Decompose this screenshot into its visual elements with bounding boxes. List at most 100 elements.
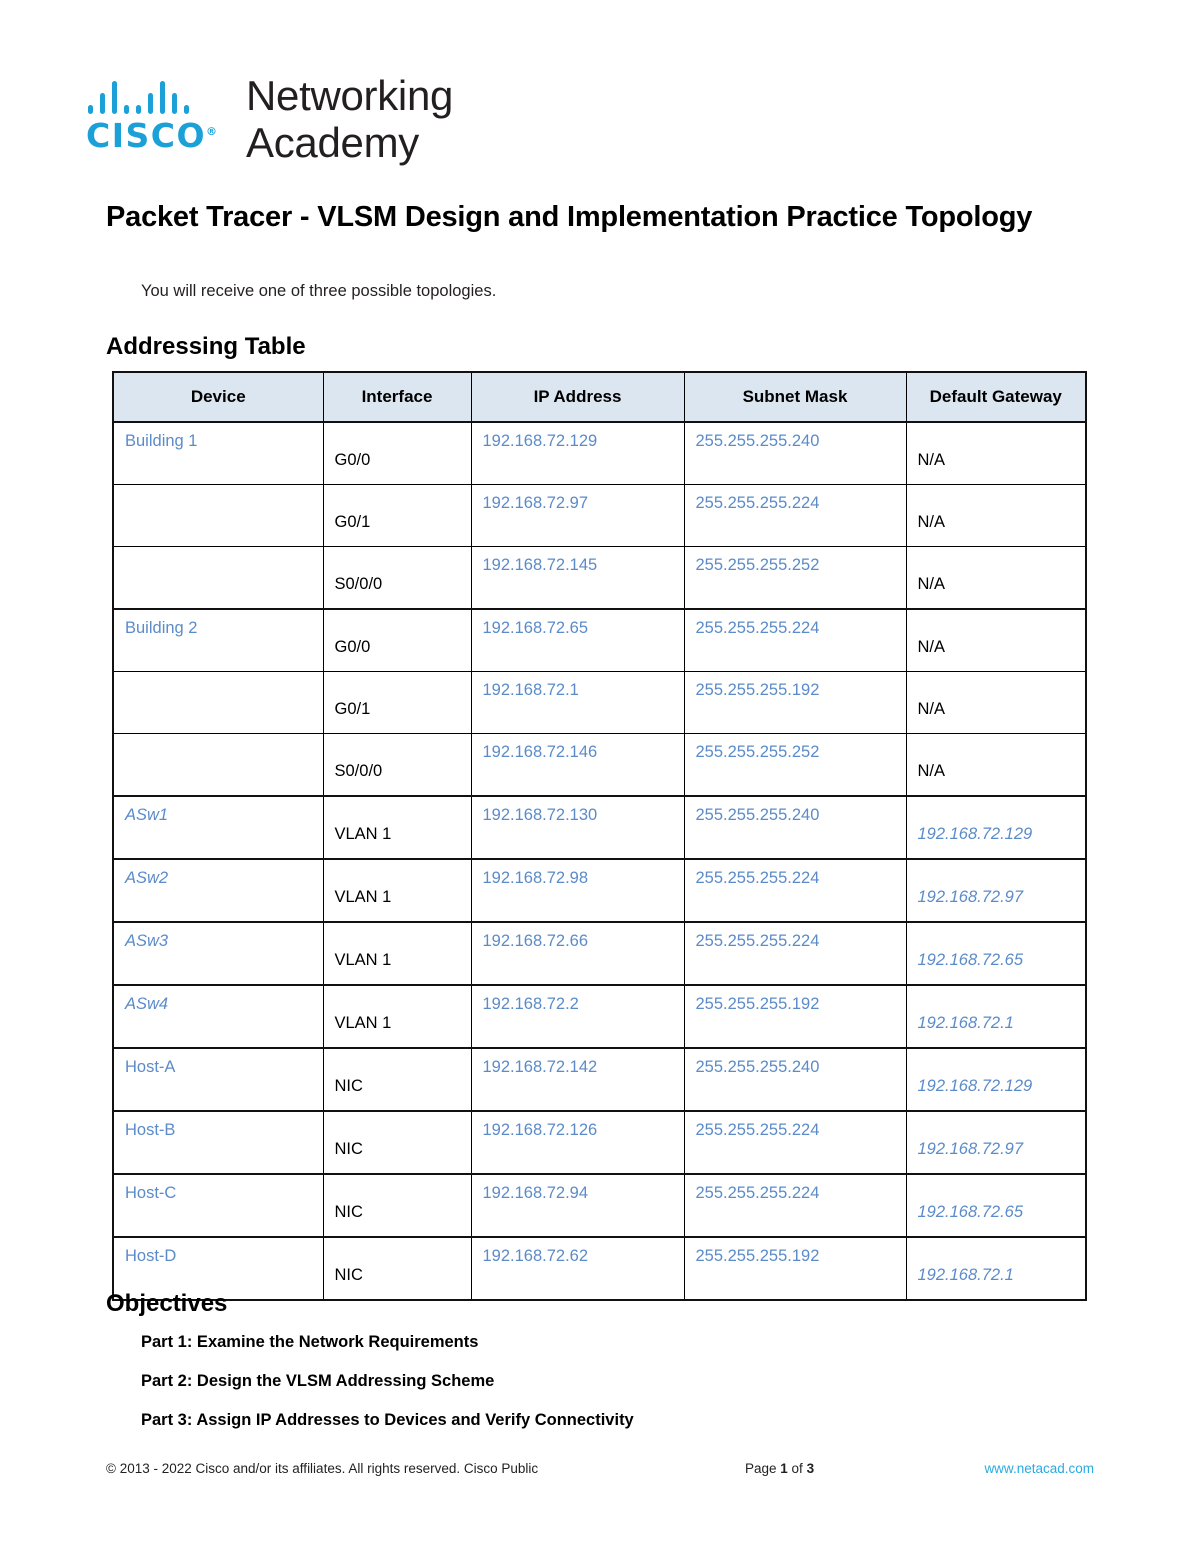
subnet-mask-cell: 255.255.255.252: [683, 546, 907, 610]
default-gateway: 192.168.72.65: [917, 1203, 1024, 1221]
device: ASw3: [125, 932, 169, 950]
networking-academy-wordmark: Networking Academy: [246, 72, 453, 166]
ip-address: 192.168.72.142: [482, 1058, 598, 1076]
ip-address: 192.168.72.94: [482, 1184, 589, 1202]
ip-address: 192.168.72.98: [482, 869, 589, 887]
subnet-mask-cell: 255.255.255.224: [683, 608, 907, 672]
default-gateway: N/A: [917, 513, 946, 531]
page-middle-label: of: [787, 1461, 807, 1476]
default-gateway-cell: N/A: [905, 671, 1087, 734]
device-cell: ASw1: [112, 795, 324, 860]
ip-address: 192.168.72.129: [482, 432, 598, 450]
interface: S0/0/0: [334, 575, 383, 593]
interface-cell: NIC: [322, 1110, 472, 1175]
ip-address: 192.168.72.126: [482, 1121, 598, 1139]
interface-cell: S0/0/0: [322, 546, 472, 610]
table-row: ASw4 VLAN 1 192.168.72.2 255.255.255.192 192…: [112, 984, 1087, 1049]
device-cell: Building 2: [112, 608, 324, 672]
interface: NIC: [334, 1140, 363, 1158]
table-header: Device Interface IP Address Subnet Mask …: [112, 371, 1087, 423]
ip-address-cell: 192.168.72.98: [470, 858, 685, 923]
default-gateway-cell: N/A: [905, 484, 1087, 547]
default-gateway: 192.168.72.1: [917, 1014, 1014, 1032]
addressing-table-heading: Addressing Table: [106, 333, 306, 360]
table-row: Host-A NIC 192.168.72.142 255.255.255.240 19…: [112, 1047, 1087, 1112]
interface-cell: G0/1: [322, 484, 472, 547]
table-row: S0/0/0 192.168.72.146 255.255.255.252 N/A: [112, 733, 1087, 797]
default-gateway-cell: 192.168.72.97: [905, 858, 1087, 923]
cisco-brand-label: CISCO: [86, 116, 207, 155]
ip-address-cell: 192.168.72.129: [470, 421, 685, 485]
device: ASw1: [125, 806, 169, 824]
device: ASw4: [125, 995, 169, 1013]
subnet-mask: 255.255.255.224: [695, 869, 820, 887]
footer-page-indicator: Page 1 of 3: [745, 1461, 814, 1476]
interface-cell: VLAN 1: [322, 984, 472, 1049]
interface-cell: G0/1: [322, 671, 472, 734]
cisco-bridge-icon: [88, 78, 189, 114]
ip-address-cell: 192.168.72.97: [470, 484, 685, 547]
table-header-row: Device Interface IP Address Subnet Mask …: [112, 371, 1087, 423]
device-cell: ASw4: [112, 984, 324, 1049]
ip-address-cell: 192.168.72.65: [470, 608, 685, 672]
footer-copyright: © 2013 - 2022 Cisco and/or its affiliate…: [106, 1461, 539, 1476]
ip-address-cell: 192.168.72.142: [470, 1047, 685, 1112]
table-row: ASw3 VLAN 1 192.168.72.66 255.255.255.224 19…: [112, 921, 1087, 986]
page-total: 3: [806, 1461, 815, 1476]
ip-address: 192.168.72.97: [482, 494, 589, 512]
device: [114, 734, 323, 743]
table-body: Building 1 G0/0 192.168.72.129 255.255.255.…: [112, 421, 1087, 1301]
objectives-heading: Objectives: [106, 1290, 228, 1317]
device: [114, 547, 323, 556]
interface: G0/0: [334, 638, 371, 656]
ip-address-cell: 192.168.72.2: [470, 984, 685, 1049]
default-gateway-cell: 192.168.72.129: [905, 795, 1087, 860]
subnet-mask-cell: 255.255.255.224: [683, 921, 907, 986]
interface-cell: S0/0/0: [322, 733, 472, 797]
subnet-mask: 255.255.255.224: [695, 932, 820, 950]
interface: S0/0/0: [334, 762, 383, 780]
default-gateway-cell: 192.168.72.65: [905, 921, 1087, 986]
objective-part-1: Part 1: Examine the Network Requirements: [141, 1333, 479, 1351]
device: Host-B: [125, 1121, 176, 1139]
subnet-mask: 255.255.255.192: [695, 1247, 820, 1265]
device-cell: [112, 484, 324, 547]
default-gateway-cell: 192.168.72.97: [905, 1110, 1087, 1175]
column-header-subnet-mask: Subnet Mask: [683, 371, 907, 423]
ip-address: 192.168.72.2: [482, 995, 579, 1013]
interface: VLAN 1: [334, 888, 392, 906]
subnet-mask: 255.255.255.224: [695, 1184, 820, 1202]
device: Building 1: [125, 432, 198, 450]
subnet-mask-cell: 255.255.255.224: [683, 858, 907, 923]
interface-cell: VLAN 1: [322, 858, 472, 923]
cisco-brand-text: CISCO®: [86, 119, 219, 152]
cisco-wordmark: CISCO®: [86, 78, 226, 152]
subnet-mask-cell: 255.255.255.240: [683, 795, 907, 860]
device-cell: Host-A: [112, 1047, 324, 1112]
page-prefix-label: Page: [745, 1461, 781, 1476]
default-gateway: N/A: [917, 451, 946, 469]
subnet-mask-cell: 255.255.255.252: [683, 733, 907, 797]
default-gateway-cell: 192.168.72.1: [905, 1236, 1087, 1301]
default-gateway: 192.168.72.97: [917, 888, 1024, 906]
device-cell: Host-B: [112, 1110, 324, 1175]
default-gateway: 192.168.72.129: [917, 1077, 1033, 1095]
device-cell: ASw3: [112, 921, 324, 986]
objective-part-3: Part 3: Assign IP Addresses to Devices a…: [141, 1411, 634, 1429]
device: ASw2: [125, 869, 169, 887]
ip-address: 192.168.72.62: [482, 1247, 589, 1265]
device: Host-A: [125, 1058, 176, 1076]
interface-cell: NIC: [322, 1173, 472, 1238]
ip-address: 192.168.72.1: [482, 681, 579, 699]
subnet-mask: 255.255.255.192: [695, 995, 820, 1013]
default-gateway-cell: 192.168.72.129: [905, 1047, 1087, 1112]
netacad-link[interactable]: www.netacad.com: [984, 1461, 1094, 1476]
device-cell: Building 1: [112, 421, 324, 485]
subnet-mask-cell: 255.255.255.240: [683, 1047, 907, 1112]
default-gateway: N/A: [917, 700, 946, 718]
table-row: Host-D NIC 192.168.72.62 255.255.255.192 192…: [112, 1236, 1087, 1301]
interface: NIC: [334, 1266, 363, 1284]
interface: NIC: [334, 1077, 363, 1095]
interface-cell: G0/0: [322, 608, 472, 672]
ip-address-cell: 192.168.72.62: [470, 1236, 685, 1301]
